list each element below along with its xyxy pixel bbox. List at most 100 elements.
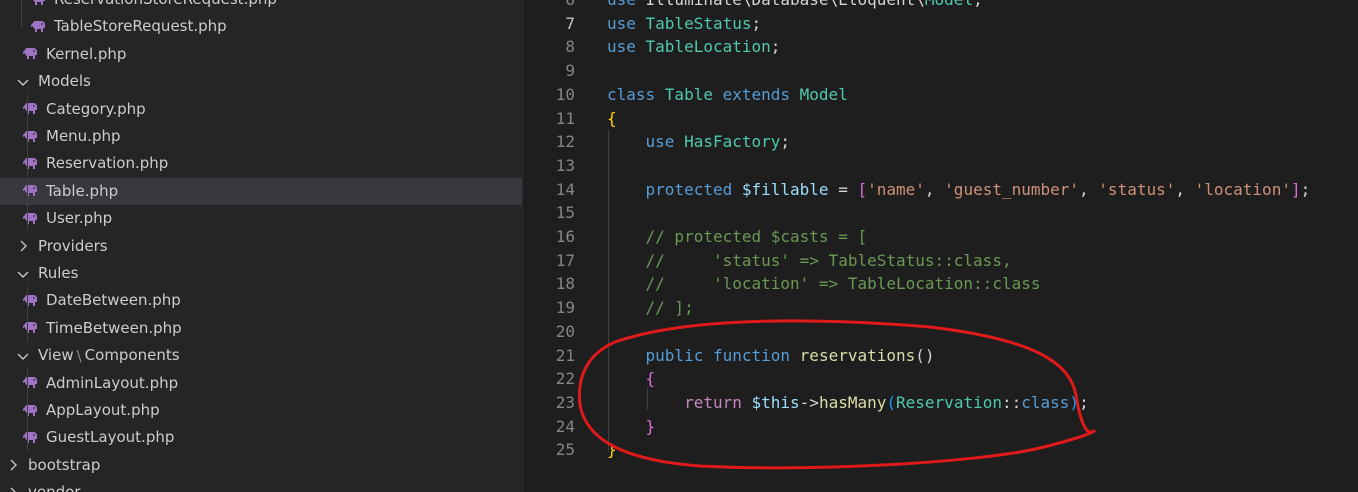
tree-folder-item[interactable]: View \ Components <box>0 342 522 369</box>
code-line[interactable]: 18 // 'location' => TableLocation::class <box>523 272 1358 296</box>
code-token: ; <box>1079 392 1089 412</box>
code-token: Table <box>664 84 723 104</box>
line-number: 22 <box>555 369 575 389</box>
php-file-icon <box>23 377 37 389</box>
chevron-right-icon[interactable] <box>6 486 20 492</box>
chevron-down-icon[interactable] <box>16 267 30 281</box>
php-file-icon <box>33 0 45 5</box>
code-token: protected <box>645 179 742 199</box>
code-token: public <box>645 345 713 365</box>
tree-file-item[interactable]: GuestLayout.php <box>0 424 522 451</box>
code-token: // 'status' => TableStatus::class, <box>645 250 1012 270</box>
code-indent-guide <box>647 387 648 410</box>
tree-indent-guide <box>27 287 28 342</box>
code-text: { <box>607 107 617 131</box>
code-text: return $this->hasMany(Reservation::class… <box>607 391 1089 415</box>
php-file-icon <box>23 212 37 224</box>
code-indent-guide <box>608 130 609 452</box>
code-line[interactable]: 14 protected $fillable = ['name', 'guest… <box>523 178 1358 202</box>
line-number: 17 <box>555 250 575 270</box>
code-line[interactable]: 9 <box>523 59 1358 83</box>
code-token: ; <box>770 37 781 57</box>
tree-item-label: Rules <box>38 264 79 282</box>
tree-file-item[interactable]: AdminLayout.php <box>0 370 522 397</box>
code-line[interactable]: 6use Illuminate\Database\Eloquent\Model; <box>523 0 1358 12</box>
tree-item-label: TimeBetween.php <box>46 318 182 337</box>
code-token: ) <box>1069 392 1080 412</box>
tree-item-label: AppLayout.php <box>46 401 160 419</box>
tree-file-item[interactable]: Menu.php <box>0 123 522 150</box>
tree-item-label: User.php <box>46 209 113 228</box>
code-line[interactable]: 17 // 'status' => TableStatus::class, <box>523 249 1358 273</box>
code-line[interactable]: 22 { <box>523 367 1358 391</box>
tree-file-item[interactable]: DateBetween.php <box>0 287 522 314</box>
tree-folder-item[interactable]: bootstrap <box>0 452 522 479</box>
code-line[interactable]: 16 // protected $casts = [ <box>523 225 1358 249</box>
code-line[interactable]: 15 <box>523 201 1358 225</box>
php-file-icon <box>23 431 37 443</box>
code-line[interactable]: 24 } <box>523 415 1358 439</box>
code-line[interactable]: 21 public function reservations() <box>523 344 1358 368</box>
tree-file-item[interactable]: TableStoreRequest.php <box>0 13 522 40</box>
tree-file-item[interactable]: AppLayout.php <box>0 397 522 424</box>
chevron-down-icon[interactable] <box>16 349 30 363</box>
code-text: use Illuminate\Database\Eloquent\Model; <box>607 0 983 12</box>
code-text: protected $fillable = ['name', 'guest_nu… <box>607 178 1311 202</box>
code-token: hasMany <box>818 392 887 412</box>
code-token: Illuminate <box>646 0 742 9</box>
tree-file-item[interactable]: Reservation.php <box>0 150 522 177</box>
code-token: extends <box>722 84 800 104</box>
tree-item-label: AdminLayout.php <box>46 373 179 392</box>
php-file-icon <box>31 20 45 32</box>
code-line[interactable]: 19 // ]; <box>523 296 1358 320</box>
tree-file-item[interactable]: Table.php <box>0 177 522 205</box>
code-text: // ]; <box>607 296 694 320</box>
code-line[interactable]: 25} <box>523 438 1358 462</box>
code-editor[interactable]: 6use Illuminate\Database\Eloquent\Model;… <box>523 0 1358 492</box>
tree-folder-item[interactable]: Rules <box>0 260 522 287</box>
line-number: 23 <box>555 392 575 412</box>
code-token: HasFactory <box>684 132 781 152</box>
code-line[interactable]: 20 <box>523 320 1358 344</box>
tree-indent-guide <box>21 0 22 28</box>
code-token: Database <box>752 0 829 9</box>
line-number: 14 <box>555 179 575 199</box>
code-line[interactable]: 10 class Table extends Model <box>523 83 1358 107</box>
code-text: // 'location' => TableLocation::class <box>607 272 1041 296</box>
tree-folder-item[interactable]: Providers <box>0 233 522 260</box>
code-token: reservations <box>799 345 916 365</box>
code-line[interactable]: 11 { <box>523 107 1358 131</box>
line-number: 9 <box>565 61 575 81</box>
chevron-right-icon[interactable] <box>16 239 30 253</box>
tree-file-item[interactable]: Kernel.php <box>0 41 522 68</box>
code-token: ; <box>780 132 791 152</box>
tree-folder-item[interactable]: vendor <box>0 479 522 492</box>
chevron-down-icon[interactable] <box>16 75 30 89</box>
chevron-right-icon[interactable] <box>6 458 20 472</box>
code-token: [ <box>857 179 868 199</box>
code-token: :: <box>1001 392 1022 412</box>
code-line[interactable]: 8 use TableLocation; <box>523 35 1358 59</box>
tree-indent-guide <box>27 369 28 451</box>
tree-file-item[interactable]: Category.php <box>0 96 522 123</box>
code-token: // protected $casts = [ <box>645 227 868 246</box>
code-line[interactable]: 13 <box>523 154 1358 178</box>
code-line[interactable]: 7 use TableStatus; <box>523 12 1358 36</box>
line-number: 11 <box>555 108 575 128</box>
tree-folder-item[interactable]: Models <box>0 68 522 95</box>
code-line[interactable]: 23 return $this->hasMany(Reservation::cl… <box>523 391 1358 415</box>
php-file-icon <box>23 185 37 197</box>
code-line[interactable]: 12 use HasFactory; <box>523 130 1358 154</box>
line-number: 13 <box>555 155 575 175</box>
code-token: \ <box>742 0 752 9</box>
tree-file-item[interactable]: ReservationStoreRequest.php <box>0 0 522 13</box>
code-token: // 'location' => TableLocation::class <box>645 274 1041 294</box>
tree-file-item[interactable]: User.php <box>0 205 522 232</box>
tree-file-item[interactable]: TimeBetween.php <box>0 315 522 342</box>
code-token: \ <box>829 0 839 9</box>
code-token: ] <box>1290 179 1301 199</box>
